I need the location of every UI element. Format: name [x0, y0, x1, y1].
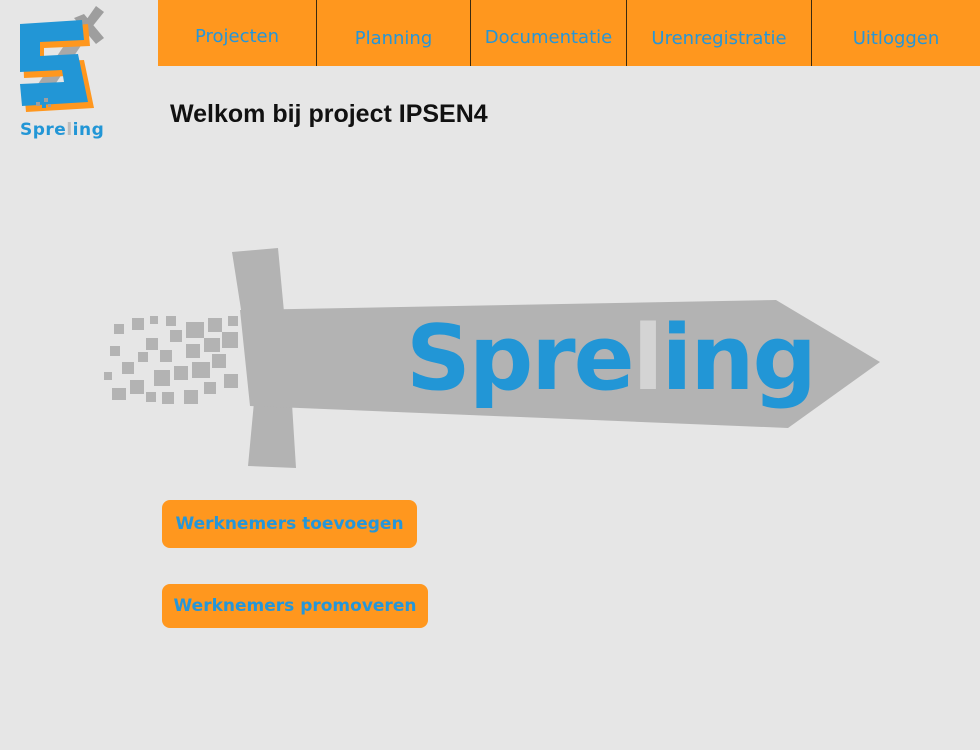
pixel-dissolve [104, 316, 238, 404]
nav-item-planning[interactable]: Planning [317, 0, 471, 66]
sword-guard-top [232, 248, 284, 316]
banner-text-pre: Spre [406, 306, 633, 411]
banner-wordmark: Spreling [406, 306, 815, 411]
banner-text-l: l [633, 306, 662, 411]
nav-item-label: Documentatie [484, 27, 613, 48]
spreling-banner: Spreling [104, 248, 880, 468]
nav-item-label: Uitloggen [852, 28, 940, 49]
promote-employees-button[interactable]: Werknemers promoveren [162, 584, 428, 628]
add-employees-button[interactable]: Werknemers toevoegen [162, 500, 417, 548]
nav-item-documentatie[interactable]: Documentatie [471, 0, 627, 66]
nav-item-label: Planning [354, 28, 433, 49]
logo-text-pre: Spre [20, 120, 67, 140]
nav-item-projecten[interactable]: Projecten [158, 0, 317, 66]
nav-item-uitloggen[interactable]: Uitloggen [812, 0, 980, 66]
nav-item-urenregistratie[interactable]: Urenregistratie [627, 0, 812, 66]
logo-text-post: ing [72, 120, 105, 140]
nav-item-label: Projecten [194, 26, 280, 47]
logo-wordmark: Spreling [20, 120, 104, 140]
main-navbar: Projecten Planning Documentatie Urenregi… [158, 0, 980, 66]
nav-item-label: Urenregistratie [651, 28, 787, 49]
sword-guard-bottom [248, 402, 296, 468]
banner-text-post: ing [662, 306, 815, 411]
page-title: Welkom bij project IPSEN4 [170, 100, 488, 128]
